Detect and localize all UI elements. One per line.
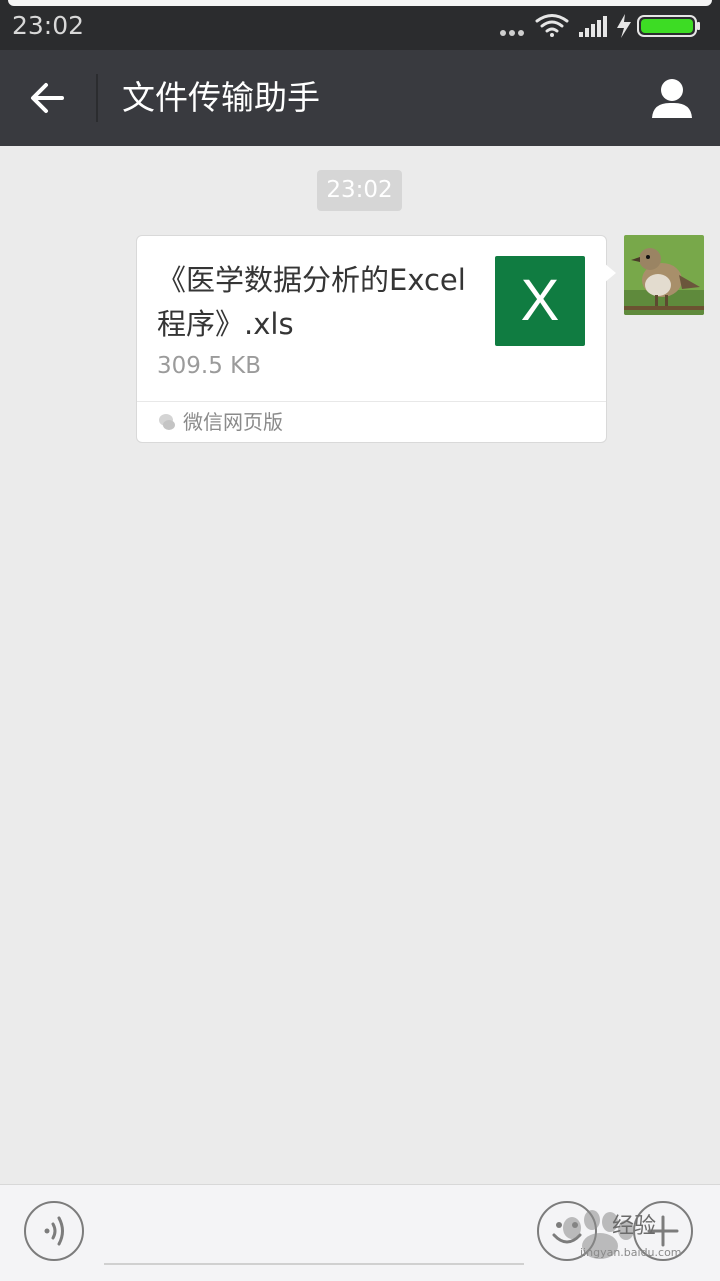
- bird-avatar-icon: [624, 235, 704, 315]
- status-top-line: [8, 0, 712, 6]
- wechat-web-icon: [159, 414, 175, 430]
- title-bar: 文件传输助手: [0, 50, 720, 146]
- status-icons: [500, 14, 700, 38]
- file-name: 《医学数据分析的Excel程序》.xls: [157, 263, 466, 341]
- back-arrow-icon: [31, 83, 64, 113]
- file-size: 309.5 KB: [157, 353, 262, 379]
- watermark-url: jingyan.baidu.com: [580, 1246, 682, 1259]
- status-time: 23:02: [12, 11, 85, 40]
- battery-icon: [637, 15, 700, 37]
- watermark-text: 经验: [612, 1214, 657, 1239]
- back-button[interactable]: [22, 72, 74, 124]
- voice-button[interactable]: [24, 1201, 84, 1261]
- message-input[interactable]: [104, 1205, 524, 1265]
- card-divider: [137, 401, 606, 402]
- wifi-icon: [535, 14, 569, 37]
- chat-info-button[interactable]: [648, 74, 696, 122]
- file-message-card[interactable]: 《医学数据分析的Excel程序》.xls 309.5 KB X 微信网页版: [136, 235, 607, 443]
- bubble-tail: [604, 263, 616, 283]
- message-source: 微信网页版: [183, 410, 283, 434]
- title-divider: [96, 74, 98, 122]
- page-title: 文件传输助手: [122, 78, 320, 117]
- excel-icon: X: [495, 256, 585, 346]
- avatar[interactable]: [624, 235, 704, 315]
- status-bar: 23:02: [0, 0, 720, 50]
- chat-timestamp: 23:02: [317, 170, 402, 211]
- charging-icon: [617, 14, 631, 38]
- person-icon: [652, 79, 692, 118]
- voice-icon: [44, 1216, 64, 1246]
- cell-signal-icon: [579, 16, 607, 37]
- more-dots-icon: [500, 30, 524, 36]
